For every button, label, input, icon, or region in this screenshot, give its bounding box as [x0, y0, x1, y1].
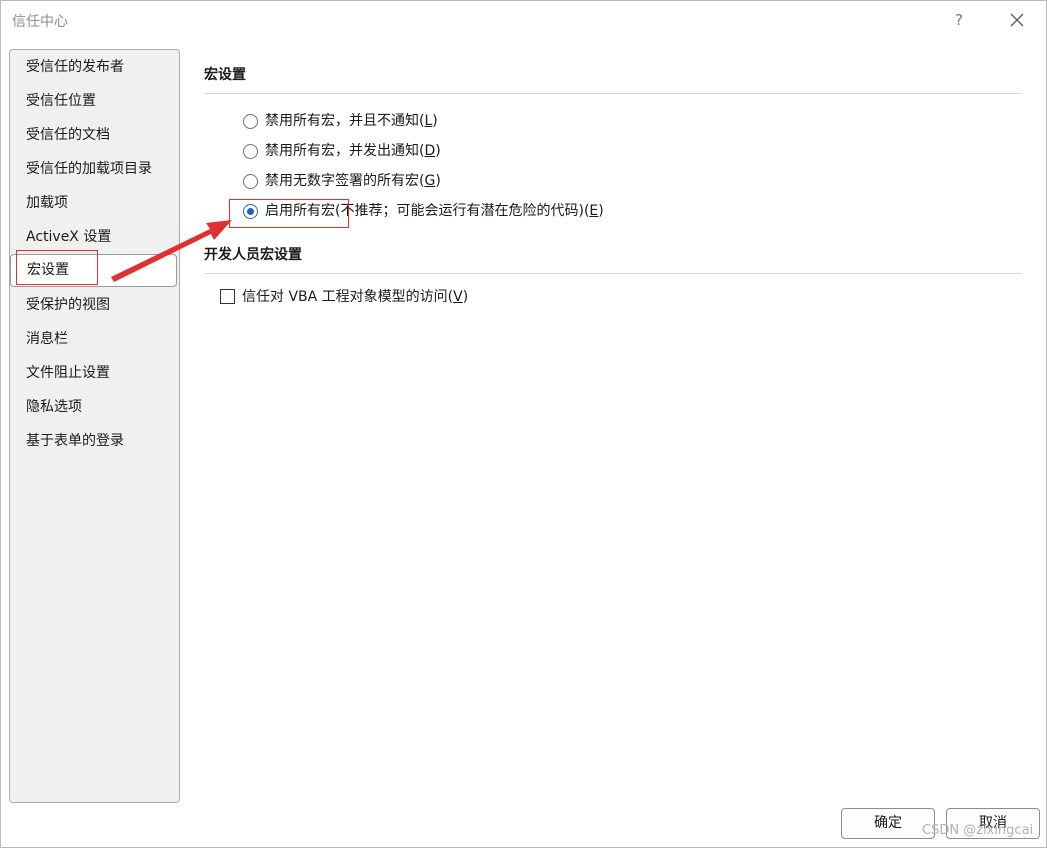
- sidebar-item-protected-view[interactable]: 受保护的视图: [26, 293, 110, 317]
- sidebar-item-trusted-documents[interactable]: 受信任的文档: [26, 123, 110, 147]
- divider: [204, 93, 1022, 94]
- watermark: CSDN @zixingcai: [922, 823, 1034, 838]
- sidebar-item-form-based-signin[interactable]: 基于表单的登录: [26, 429, 124, 453]
- sidebar-item-message-bar[interactable]: 消息栏: [26, 327, 68, 351]
- radio-button[interactable]: [243, 144, 258, 159]
- checkbox[interactable]: [220, 289, 235, 304]
- radio-label: 禁用所有宏，并且不通知(L): [265, 113, 438, 129]
- annotation-box-radio: [229, 199, 349, 228]
- window-title: 信任中心: [12, 14, 68, 30]
- sidebar-nav: 受信任的发布者 受信任位置 受信任的文档 受信任的加载项目录 加载项 Activ…: [9, 49, 180, 803]
- ok-button[interactable]: 确定: [841, 808, 935, 839]
- sidebar-item-trusted-publishers[interactable]: 受信任的发布者: [26, 55, 124, 79]
- close-button[interactable]: [1003, 7, 1031, 33]
- radio-button[interactable]: [243, 174, 258, 189]
- sidebar-item-addins[interactable]: 加载项: [26, 191, 68, 215]
- sidebar-item-trusted-locations[interactable]: 受信任位置: [26, 89, 96, 113]
- help-button[interactable]: ?: [947, 9, 971, 31]
- developer-settings-heading: 开发人员宏设置: [204, 247, 302, 263]
- checkbox-label: 信任对 VBA 工程对象模型的访问(V): [242, 289, 469, 305]
- radio-label: 禁用所有宏，并发出通知(D): [265, 143, 441, 159]
- radio-button[interactable]: [243, 114, 258, 129]
- sidebar-item-file-block[interactable]: 文件阻止设置: [26, 361, 110, 385]
- sidebar-item-trusted-addin-catalogs[interactable]: 受信任的加载项目录: [26, 157, 152, 181]
- annotation-box-sidebar: [16, 250, 98, 285]
- close-icon: [1010, 13, 1024, 27]
- macro-settings-heading: 宏设置: [204, 67, 246, 83]
- trust-center-dialog: 信任中心 ? 受信任的发布者 受信任位置 受信任的文档 受信任的加载项目录 加载…: [0, 0, 1047, 848]
- radio-label: 禁用无数字签署的所有宏(G): [265, 173, 441, 189]
- title-bar: 信任中心 ?: [1, 1, 1046, 39]
- sidebar-item-activex[interactable]: ActiveX 设置: [26, 225, 111, 249]
- divider: [204, 273, 1022, 274]
- sidebar-item-privacy[interactable]: 隐私选项: [26, 395, 82, 419]
